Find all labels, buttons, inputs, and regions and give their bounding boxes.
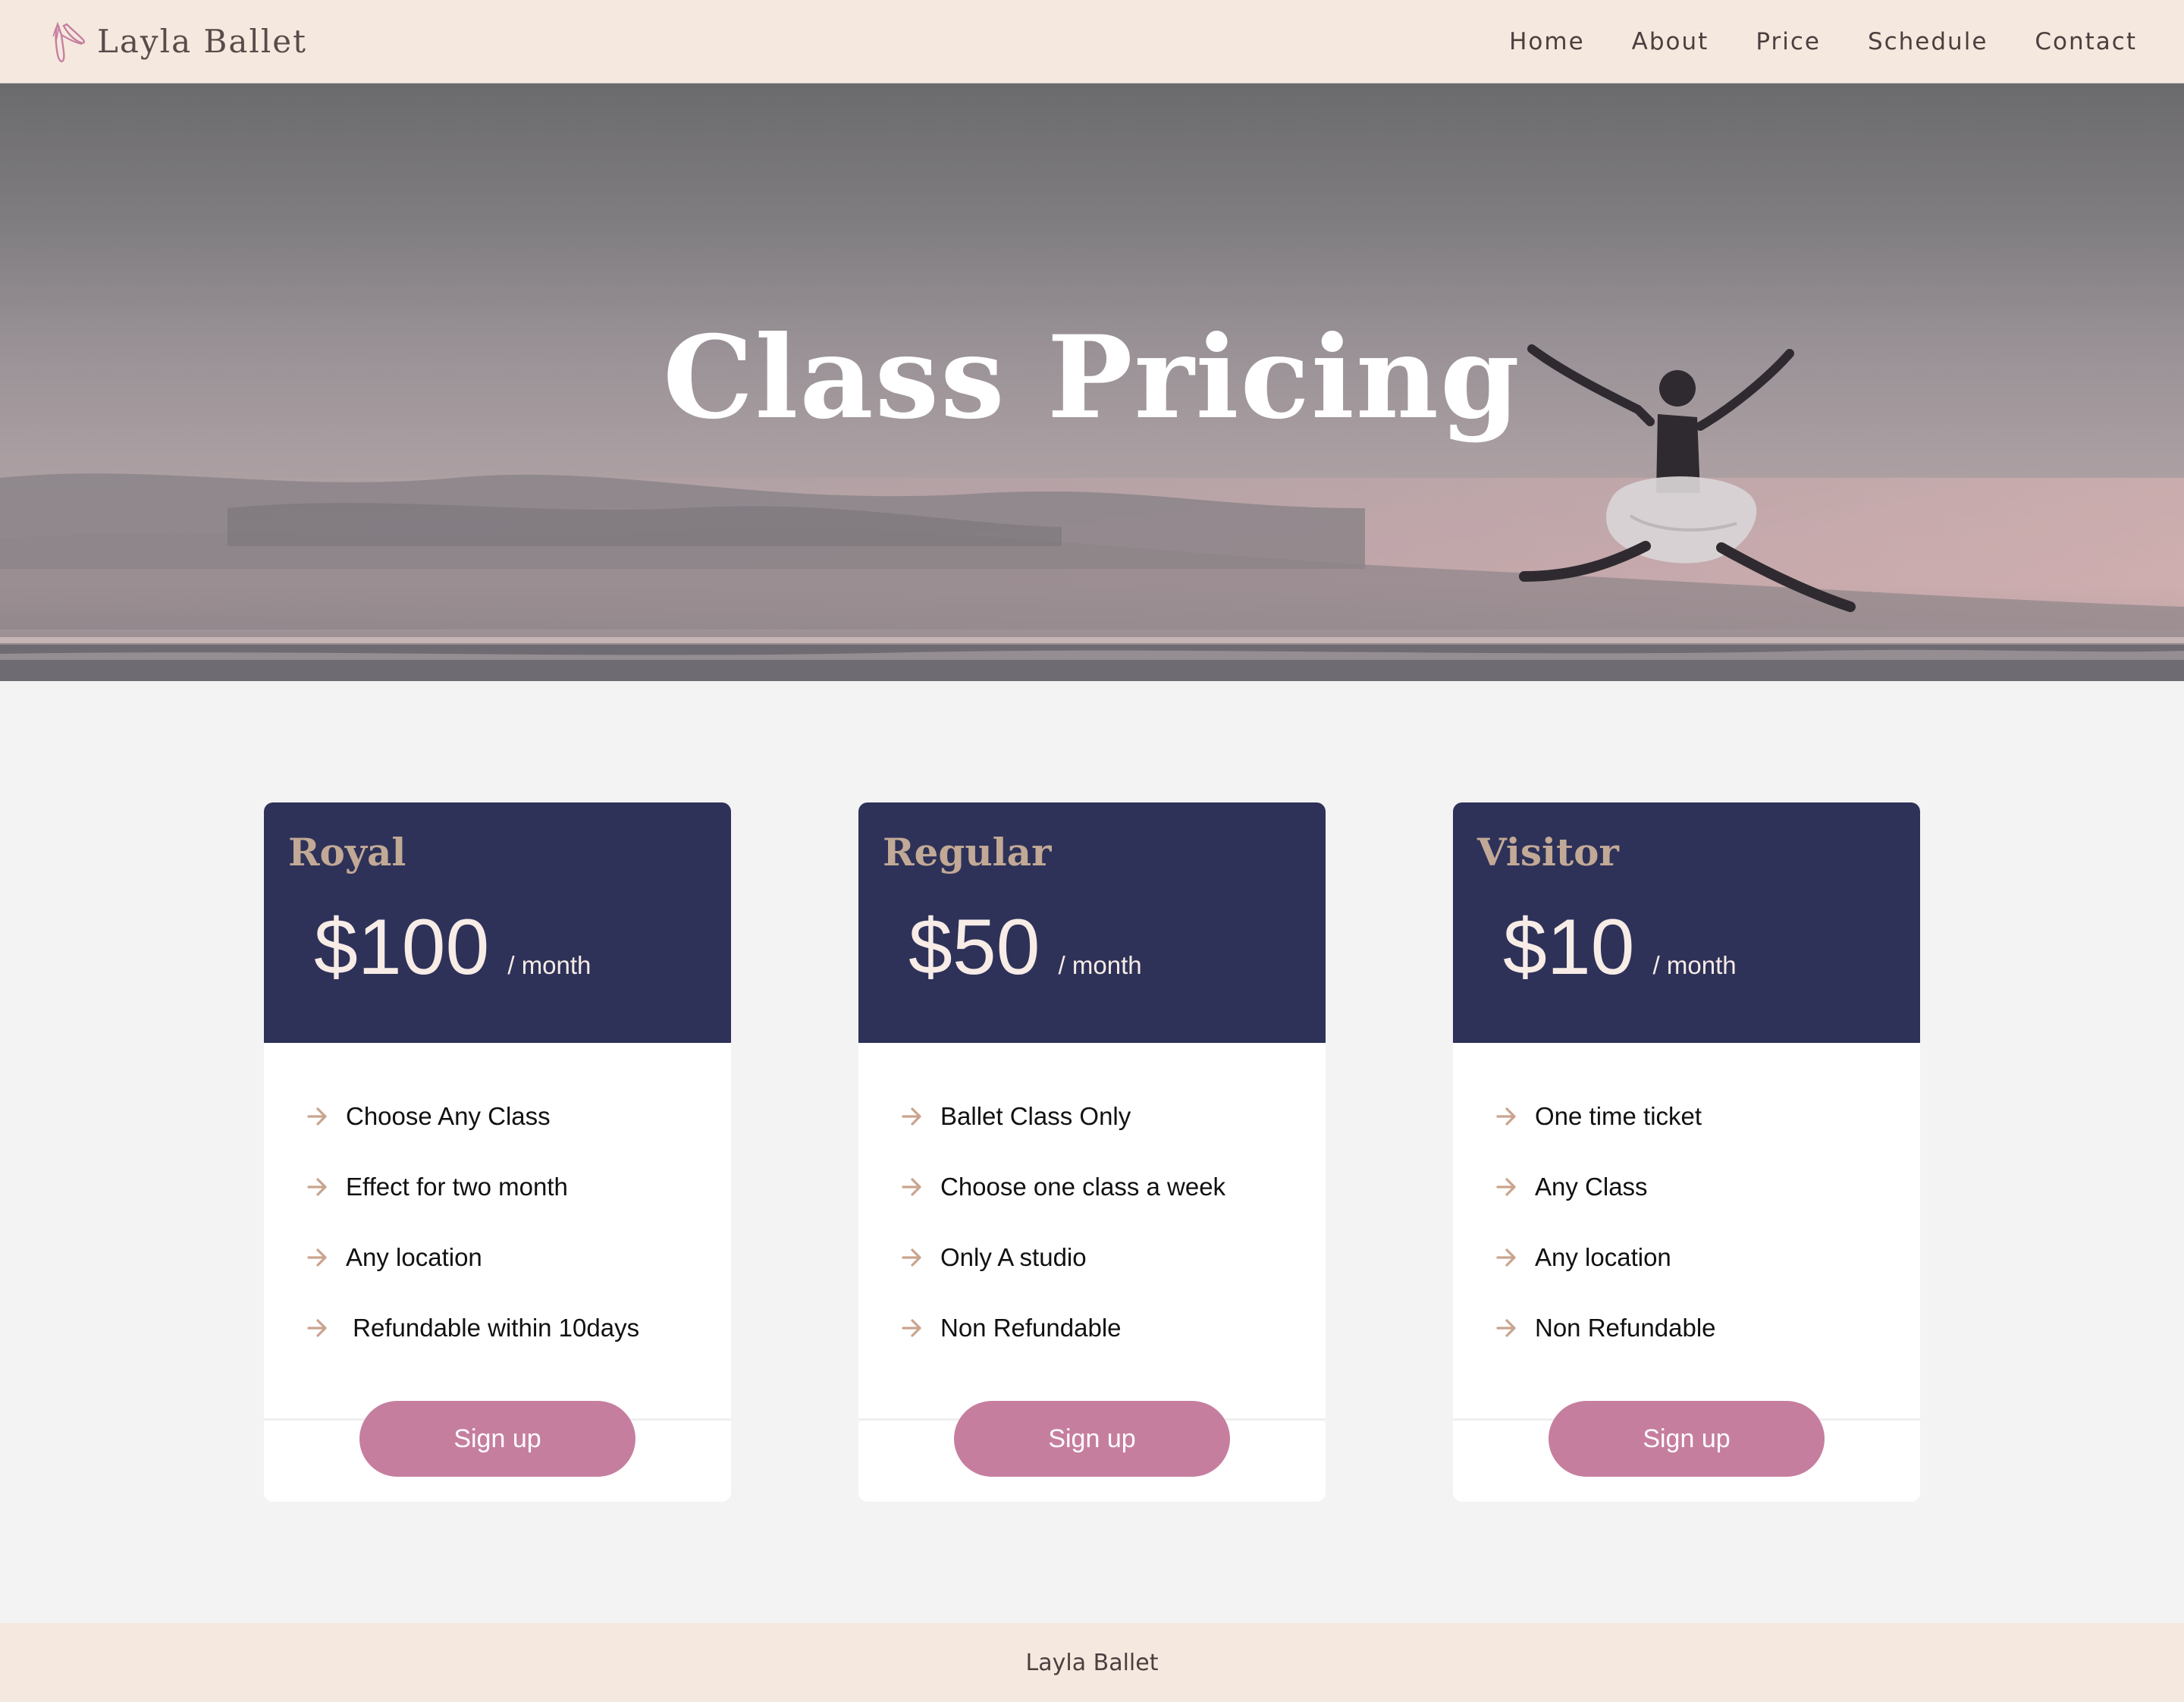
hero-banner: Class Pricing: [0, 83, 2184, 681]
feature-item: Effect for two month: [306, 1151, 731, 1222]
arrow-right-icon: [902, 1107, 921, 1126]
feature-text: Non Refundable: [940, 1313, 1122, 1342]
feature-item: Only A studio: [901, 1222, 1326, 1292]
arrow-right-icon: [307, 1318, 327, 1337]
arrow-right-icon: [307, 1107, 327, 1126]
price-amount: $50: [908, 903, 1040, 991]
arrow-right-icon: [1496, 1248, 1516, 1267]
feature-text: Choose Any Class: [346, 1101, 551, 1130]
feature-text: Refundable within 10days: [346, 1313, 640, 1342]
brand-link[interactable]: Layla Ballet: [52, 20, 307, 64]
card-header: Visitor $10 / month: [1453, 802, 1920, 1043]
feature-item: Any location: [1495, 1222, 1920, 1292]
feature-item: Any Class: [1495, 1151, 1920, 1222]
arrow-right-icon: [307, 1177, 327, 1196]
arrow-right-icon: [902, 1248, 921, 1267]
feature-item: Choose one class a week: [901, 1151, 1326, 1222]
price-row: $10 / month: [1503, 903, 1737, 993]
dancer-silhouette: [1519, 344, 1856, 612]
nav-about[interactable]: About: [1632, 28, 1709, 55]
nav-schedule[interactable]: Schedule: [1868, 28, 1988, 55]
nav-contact[interactable]: Contact: [2035, 28, 2137, 55]
feature-list: Choose Any Class Effect for two month An…: [264, 1043, 731, 1421]
feature-text: Effect for two month: [346, 1172, 568, 1201]
pricing-card-regular: Regular $50 / month Ballet Class Only Ch…: [858, 802, 1326, 1502]
price-period: / month: [1058, 951, 1142, 979]
nav-home[interactable]: Home: [1509, 28, 1585, 55]
feature-text: Choose one class a week: [940, 1172, 1226, 1201]
site-footer: Layla Ballet: [0, 1623, 2184, 1702]
arrow-right-icon: [307, 1248, 327, 1267]
site-header: Layla Ballet Home About Price Schedule C…: [0, 0, 2184, 83]
signup-button-royal[interactable]: Sign up: [359, 1401, 635, 1477]
price-period: / month: [507, 951, 592, 979]
price-row: $50 / month: [908, 903, 1142, 993]
brand-name: Layla Ballet: [97, 23, 307, 60]
feature-text: Any location: [1535, 1242, 1671, 1271]
arrow-right-icon: [1496, 1107, 1516, 1126]
price-amount: $10: [1503, 903, 1635, 991]
feature-text: Any Class: [1535, 1172, 1648, 1201]
signup-button-visitor[interactable]: Sign up: [1549, 1401, 1825, 1477]
pricing-card-visitor: Visitor $10 / month One time ticket Any …: [1453, 802, 1920, 1502]
feature-item: Ballet Class Only: [901, 1081, 1326, 1151]
feature-item: Choose Any Class: [306, 1081, 731, 1151]
feature-text: Ballet Class Only: [940, 1101, 1131, 1130]
ballet-shoes-icon: [52, 21, 85, 62]
plan-name: Visitor: [1477, 830, 1619, 875]
card-header: Regular $50 / month: [858, 802, 1326, 1043]
plan-name: Royal: [288, 830, 406, 875]
signup-button-regular[interactable]: Sign up: [954, 1401, 1230, 1477]
feature-text: Non Refundable: [1535, 1313, 1716, 1342]
price-row: $100 / month: [314, 903, 591, 993]
page: Layla Ballet Home About Price Schedule C…: [0, 0, 2184, 1702]
pricing-card-royal: Royal $100 / month Choose Any Class Effe…: [264, 802, 731, 1502]
feature-list: Ballet Class Only Choose one class a wee…: [858, 1043, 1326, 1421]
price-amount: $100: [314, 903, 490, 991]
arrow-right-icon: [1496, 1177, 1516, 1196]
nav-price[interactable]: Price: [1756, 28, 1821, 55]
footer-text: Layla Ballet: [1025, 1649, 1159, 1676]
arrow-right-icon: [902, 1177, 921, 1196]
feature-item: Any location: [306, 1222, 731, 1292]
feature-item: Non Refundable: [1495, 1292, 1920, 1363]
feature-text: Any location: [346, 1242, 482, 1271]
card-header: Royal $100 / month: [264, 802, 731, 1043]
arrow-right-icon: [1496, 1318, 1516, 1337]
feature-item: Refundable within 10days: [306, 1292, 731, 1363]
main-nav: Home About Price Schedule Contact: [1509, 28, 2137, 55]
plan-name: Regular: [883, 830, 1052, 875]
feature-item: Non Refundable: [901, 1292, 1326, 1363]
feature-text: One time ticket: [1535, 1101, 1702, 1130]
feature-text: Only A studio: [940, 1242, 1087, 1271]
feature-item: One time ticket: [1495, 1081, 1920, 1151]
arrow-right-icon: [902, 1318, 921, 1337]
feature-list: One time ticket Any Class Any location N…: [1453, 1043, 1920, 1421]
price-period: / month: [1652, 951, 1737, 979]
